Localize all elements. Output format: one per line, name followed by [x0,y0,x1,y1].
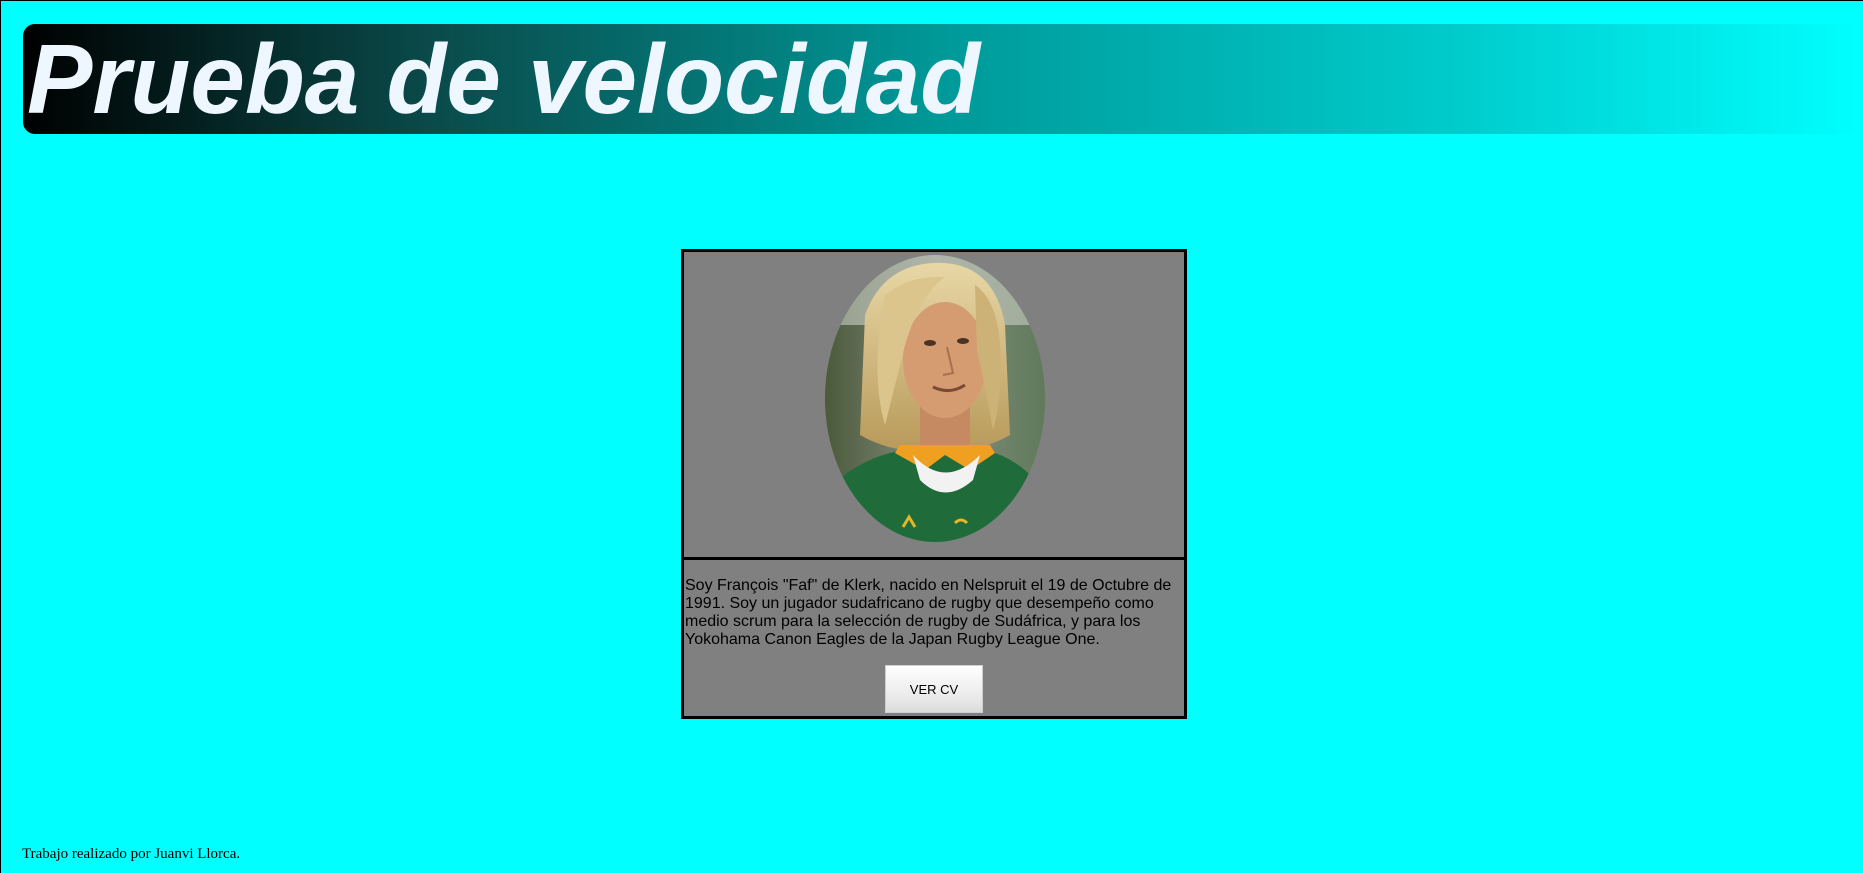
page-title: Prueba de velocidad [27,24,981,134]
profile-photo-illustration [825,255,1045,542]
view-cv-button[interactable]: VER CV [885,665,983,713]
profile-card: Soy François "Faf" de Klerk, nacido en N… [681,249,1187,719]
bio-panel: Soy François "Faf" de Klerk, nacido en N… [681,557,1187,719]
page-header: Prueba de velocidad [23,24,1863,134]
profile-photo [825,255,1045,542]
photo-panel [681,249,1187,562]
bio-text: Soy François "Faf" de Klerk, nacido en N… [685,577,1172,648]
footer-credit: Trabajo realizado por Juanvi Llorca. [22,846,241,862]
